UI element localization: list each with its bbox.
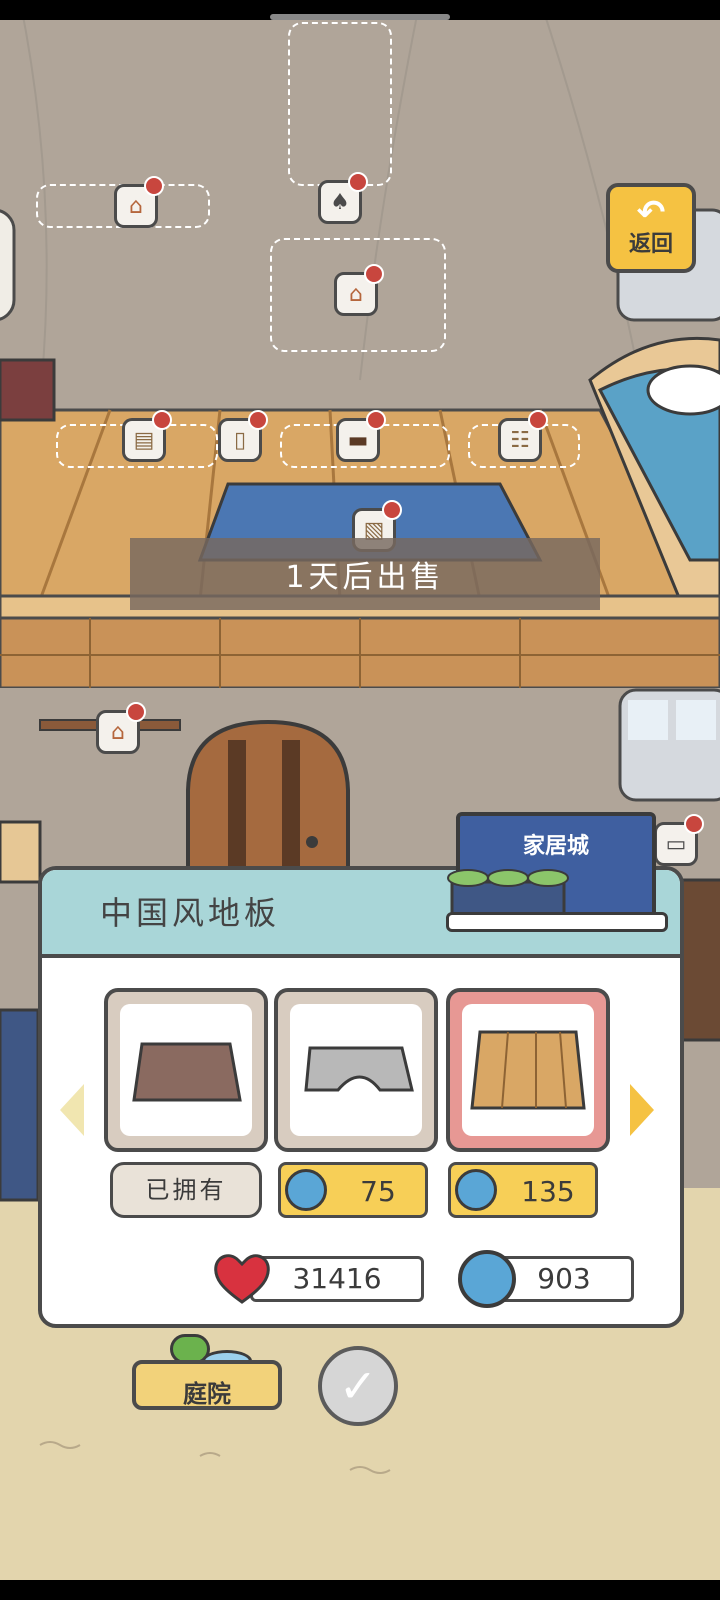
coin-icon [455, 1169, 497, 1211]
item-card-gray-stone-floor[interactable] [274, 988, 438, 1152]
drawer-furniture-button[interactable]: ☷ [498, 410, 548, 462]
heart-icon [214, 1254, 270, 1304]
notification-dot [126, 702, 146, 722]
notification-dot [348, 172, 368, 192]
notification-dot [528, 410, 548, 430]
navigation-bar [0, 1580, 720, 1600]
return-label: 返回 [628, 232, 673, 257]
price-button-gray-stone[interactable]: 75 [278, 1162, 428, 1218]
notification-dot [684, 814, 704, 834]
checkmark-icon: ✓ [338, 1359, 378, 1413]
notification-dot [144, 176, 164, 196]
return-button[interactable]: ↶ 返回 [606, 183, 696, 273]
price-value: 135 [521, 1175, 575, 1208]
bed-furniture-button[interactable]: ▭ [654, 814, 704, 866]
house-furniture-button[interactable]: ⌂ [334, 264, 384, 316]
light-wood-floor-icon [470, 1030, 586, 1110]
confirm-button[interactable]: ✓ [318, 1346, 398, 1426]
price-value: 75 [360, 1175, 396, 1208]
scroll-furniture-button[interactable]: ▯ [218, 410, 268, 462]
price-button-light-wood[interactable]: 135 [448, 1162, 598, 1218]
table-furniture-button[interactable]: ▬ [336, 410, 386, 462]
next-page-arrow-icon[interactable] [630, 1084, 654, 1136]
lamp-furniture-button[interactable]: ♠ [318, 172, 368, 224]
dark-wood-floor-icon [132, 1042, 242, 1102]
game-screen: ⌂ ♠ ⌂ ▤ ▯ ▬ ☷ ▧ ⌂ ▭ ↶ 返回 1天后出售 中国风地板 家居城 [0, 0, 720, 1600]
yard-button[interactable]: 庭院 [132, 1334, 282, 1414]
notification-dot [248, 410, 268, 430]
shelf-furniture-button[interactable]: ▤ [122, 410, 172, 462]
placement-slot-ceiling[interactable] [288, 22, 392, 186]
heart-count: 31416 [250, 1256, 424, 1302]
shop-panel-title: 中国风地板 [100, 894, 281, 932]
coin-icon [458, 1250, 516, 1308]
prev-page-arrow-icon[interactable] [60, 1084, 84, 1136]
owned-badge: 已拥有 [110, 1162, 262, 1218]
coin-icon [285, 1169, 327, 1211]
store-awning-icon [447, 869, 569, 918]
yard-label: 庭院 [183, 1380, 231, 1408]
item-card-light-wood-floor[interactable] [446, 988, 610, 1152]
house-furniture-button[interactable]: ⌂ [114, 176, 164, 228]
sale-countdown-banner: 1天后出售 [130, 538, 600, 610]
item-card-dark-wood-floor[interactable] [104, 988, 268, 1152]
notification-dot [382, 500, 402, 520]
notification-dot [364, 264, 384, 284]
return-arrow-icon: ↶ [636, 193, 666, 233]
store-name: 家居城 [522, 834, 589, 859]
gray-stone-floor-icon [304, 1046, 414, 1092]
house-furniture-button[interactable]: ⌂ [96, 702, 146, 754]
store-sign: 家居城 [446, 812, 668, 932]
notification-dot [152, 410, 172, 430]
notification-dot [366, 410, 386, 430]
status-bar-notch [270, 14, 450, 20]
